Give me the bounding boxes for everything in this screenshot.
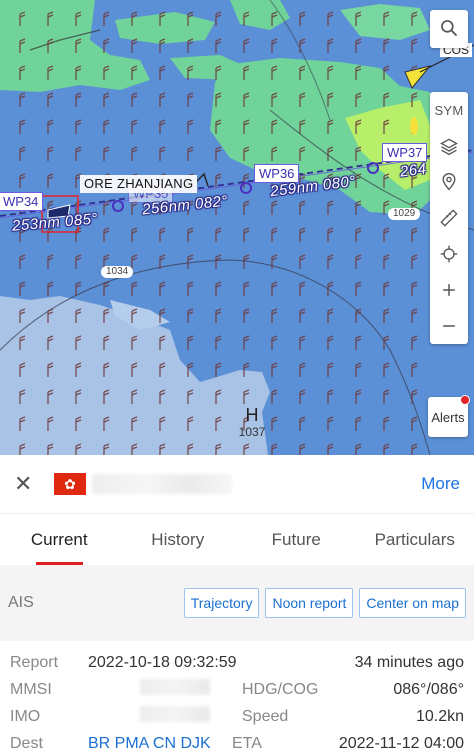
waypoint-wp37[interactable]: WP37 [382,143,428,162]
map-toolbar: SYM [430,92,468,344]
map-view[interactable]: WP34 WP35 WP36 WP37 ORE ZHANJIANG 253nm … [0,0,474,455]
vessel-detail-panel: ✕ ✿ More Current History Future Particul… [0,455,474,753]
report-ago: 34 minutes ago [354,653,464,671]
eta-value: 2022-11-12 04:00 [338,734,464,752]
report-value: 2022-10-18 09:32:59 [88,653,237,671]
alert-badge [460,395,470,405]
zoom-in-button[interactable] [430,272,468,308]
speed-value: 10.2kn [415,707,464,725]
more-link[interactable]: More [421,474,460,494]
dest-label: Dest [10,734,43,752]
report-label: Report [10,653,59,671]
trajectory-button[interactable]: Trajectory [183,588,260,618]
eta-label: ETA [232,734,262,752]
plus-icon [443,284,455,296]
info-row-report: Report 2022-10-18 09:32:59 34 minutes ag… [10,649,464,676]
high-pressure-value: 1037 [238,425,266,439]
close-button[interactable]: ✕ [14,471,38,497]
location-pin-icon [442,173,456,191]
speed-label: Speed [242,707,289,725]
tab-particulars[interactable]: Particulars [356,514,474,565]
isobar-label: 1034 [101,266,134,278]
minus-icon [443,325,455,327]
vessel-header: ✕ ✿ More [0,455,474,513]
crosshair-icon [440,245,458,263]
ais-bar: AIS Trajectory Noon report Center on map [0,565,474,641]
tab-current[interactable]: Current [0,514,119,565]
flag-icon: ✿ [54,473,86,495]
mmsi-redacted [140,679,210,695]
noon-report-button[interactable]: Noon report [265,588,354,618]
vessel-name-redacted [92,474,232,494]
search-icon [441,20,458,37]
layers-icon [440,138,458,156]
center-on-map-button[interactable]: Center on map [359,588,466,618]
route-leg-label: 264 [399,160,428,181]
isobar-label: 1029 [388,208,421,220]
hdg-value: 086°/086° [393,680,464,698]
high-pressure-letter: H [245,405,259,425]
info-row-imo: IMO Speed 10.2kn [10,703,464,730]
crosshair-button[interactable] [430,236,468,272]
measure-button[interactable] [430,200,468,236]
detail-tabs: Current History Future Particulars [0,513,474,565]
hdg-label: HDG/COG [242,680,319,698]
ruler-icon [440,209,458,227]
ais-label: AIS [8,594,34,611]
zoom-out-button[interactable] [430,308,468,344]
tab-future[interactable]: Future [237,514,356,565]
location-button[interactable] [430,164,468,200]
imo-redacted [140,706,210,722]
tab-history[interactable]: History [119,514,238,565]
flag-symbol: ✿ [64,475,76,492]
layers-button[interactable] [430,128,468,164]
vessel-info: Report 2022-10-18 09:32:59 34 minutes ag… [0,641,474,753]
info-row-dest: Dest BR PMA CN DJK ETA 2022-11-12 04:00 [10,730,464,753]
alerts-button[interactable]: Alerts [428,395,470,437]
dest-link[interactable]: BR PMA CN DJK [88,735,232,753]
search-button[interactable] [430,10,468,46]
high-pressure-marker: H 1037 [180,406,324,438]
waypoint-wp34[interactable]: WP34 [0,192,44,211]
symbols-button[interactable]: SYM [430,92,468,128]
imo-label: IMO [10,707,41,725]
vessel-name-label[interactable]: ORE ZHANJIANG [80,175,198,193]
map-search-box[interactable] [430,10,468,48]
mmsi-label: MMSI [10,680,52,698]
info-row-mmsi: MMSI HDG/COG 086°/086° [10,676,464,703]
